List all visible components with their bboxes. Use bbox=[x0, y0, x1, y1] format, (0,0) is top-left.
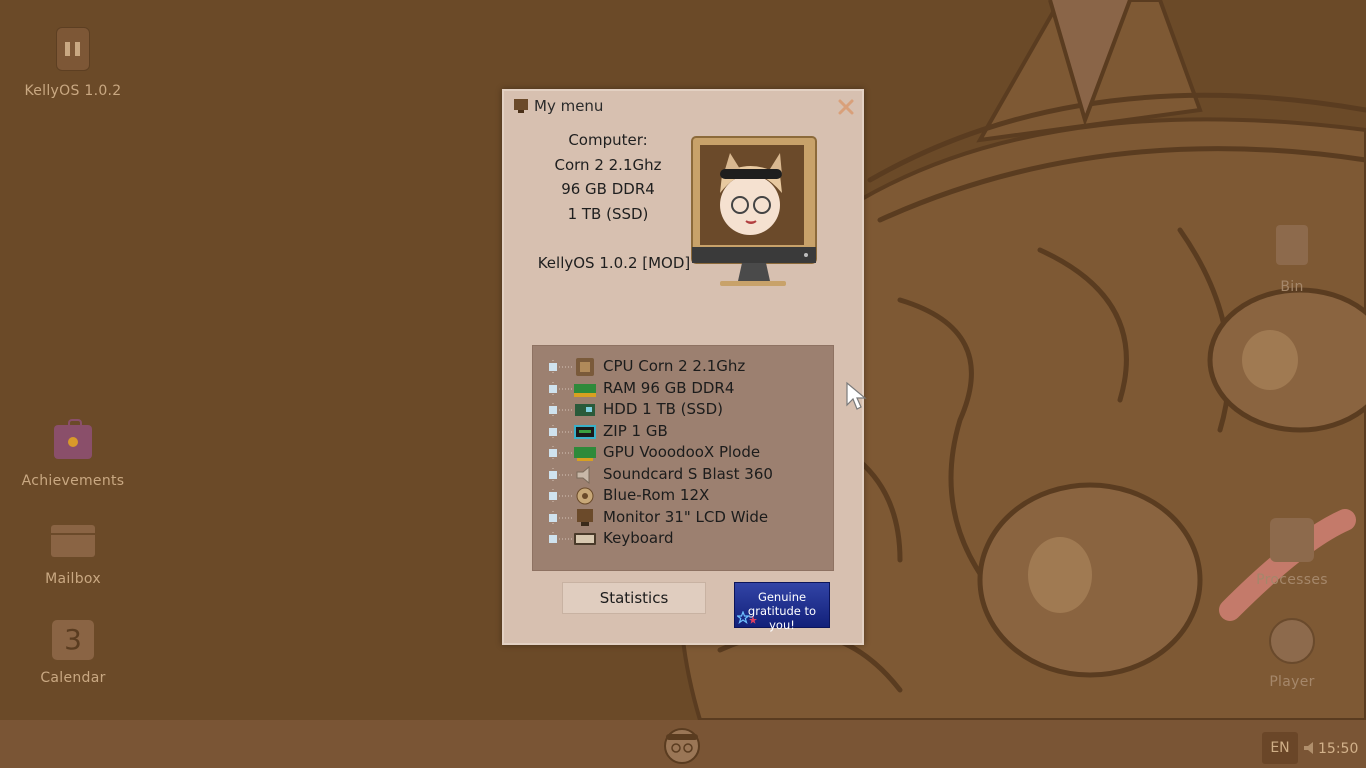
tree-node-icon bbox=[549, 468, 573, 482]
spec-ram: 96 GB DDR4 bbox=[561, 180, 655, 198]
component-row[interactable]: Keyboard bbox=[533, 529, 833, 550]
gratitude-button[interactable]: Genuine gratitude to you! bbox=[734, 582, 830, 632]
desktop-icon-label: Bin bbox=[1280, 279, 1304, 295]
desktop-icon-mailbox[interactable]: Mailbox bbox=[3, 525, 143, 587]
desktop-icon-bin[interactable]: Bin bbox=[1222, 225, 1362, 295]
tree-node-icon bbox=[549, 489, 573, 503]
os-version: KellyOS 1.0.2 [MOD] bbox=[537, 254, 691, 272]
mouse-cursor-icon bbox=[846, 381, 867, 410]
tree-node-icon bbox=[549, 532, 573, 543]
desktop-icon-kellyos[interactable]: KellyOS 1.0.2 bbox=[3, 27, 143, 99]
computer-heading: Computer: bbox=[568, 131, 648, 149]
desktop-icon-label: Processes bbox=[1256, 572, 1328, 588]
tree-node-icon bbox=[549, 511, 573, 525]
hdd-icon bbox=[575, 404, 595, 416]
spec-cpu: Corn 2 2.1Ghz bbox=[554, 156, 662, 174]
desktop-icon-achievements[interactable]: Achievements bbox=[3, 419, 143, 489]
gpu-icon bbox=[574, 447, 596, 461]
component-label: Keyboard bbox=[603, 529, 674, 547]
component-label: RAM 96 GB DDR4 bbox=[603, 379, 735, 397]
my-menu-window: My menu Computer: Corn 2 2.1Ghz 96 GB DD… bbox=[502, 89, 864, 645]
tree-node-icon bbox=[549, 446, 573, 460]
monitor-icon bbox=[577, 509, 593, 526]
achievements-icon bbox=[54, 419, 92, 459]
volume-icon[interactable] bbox=[1302, 740, 1318, 756]
component-row[interactable]: Soundcard S Blast 360 bbox=[533, 465, 833, 486]
desktop-icon-processes[interactable]: Processes bbox=[1222, 518, 1362, 588]
mailbox-icon bbox=[51, 525, 95, 557]
component-row[interactable]: ZIP 1 GB bbox=[533, 422, 833, 443]
component-label: GPU VooodooX Plode bbox=[603, 443, 761, 461]
desktop-icon-player[interactable]: Player bbox=[1222, 618, 1362, 690]
components-tree: CPU Corn 2 2.1Ghz RAM 96 GB DDR4 HDD 1 T… bbox=[532, 345, 834, 571]
tree-node-icon bbox=[549, 403, 573, 417]
component-row[interactable]: CPU Corn 2 2.1Ghz bbox=[533, 357, 833, 378]
avatar bbox=[691, 136, 817, 286]
tree-node-icon bbox=[549, 360, 573, 374]
calendar-icon: 3 bbox=[52, 620, 94, 660]
desktop-icon-label: Mailbox bbox=[45, 571, 101, 587]
spec-storage: 1 TB (SSD) bbox=[567, 205, 649, 223]
desktop-icon-label: KellyOS 1.0.2 bbox=[24, 83, 122, 99]
kellyos-icon bbox=[56, 27, 90, 71]
desktop-icon-label: Calendar bbox=[40, 670, 106, 686]
processes-icon bbox=[1270, 518, 1314, 562]
window-title: My menu bbox=[534, 97, 604, 115]
component-label: Soundcard S Blast 360 bbox=[603, 465, 773, 483]
clock: 15:50 bbox=[1318, 741, 1359, 757]
component-label: Blue-Rom 12X bbox=[603, 486, 710, 504]
disc-icon bbox=[576, 487, 594, 505]
bin-icon bbox=[1276, 225, 1308, 265]
component-label: ZIP 1 GB bbox=[603, 422, 668, 440]
ram-icon bbox=[574, 384, 596, 397]
component-label: Monitor 31" LCD Wide bbox=[603, 508, 769, 526]
player-icon bbox=[1269, 618, 1315, 664]
component-row[interactable]: Monitor 31" LCD Wide bbox=[533, 508, 833, 529]
close-icon[interactable] bbox=[836, 97, 856, 117]
stars-icon bbox=[737, 611, 757, 625]
desktop-icon-label: Player bbox=[1269, 674, 1315, 690]
statistics-button[interactable]: Statistics bbox=[562, 582, 706, 614]
keyboard-icon bbox=[574, 533, 596, 545]
component-label: CPU Corn 2 2.1Ghz bbox=[603, 357, 746, 375]
soundcard-icon bbox=[576, 466, 590, 484]
cpu-icon bbox=[576, 358, 594, 376]
language-button[interactable]: EN bbox=[1262, 732, 1298, 764]
component-row[interactable]: HDD 1 TB (SSD) bbox=[533, 400, 833, 421]
avatar-icon[interactable] bbox=[658, 724, 706, 766]
component-label: HDD 1 TB (SSD) bbox=[603, 400, 723, 418]
tree-node-icon bbox=[549, 425, 573, 439]
calendar-day: 3 bbox=[64, 623, 82, 656]
desktop-icon-calendar[interactable]: 3 Calendar bbox=[3, 620, 143, 686]
window-titlebar[interactable]: My menu bbox=[504, 91, 862, 123]
component-row[interactable]: Blue-Rom 12X bbox=[533, 486, 833, 507]
component-row[interactable]: RAM 96 GB DDR4 bbox=[533, 379, 833, 400]
zip-icon bbox=[574, 425, 596, 439]
component-row[interactable]: GPU VooodooX Plode bbox=[533, 443, 833, 464]
monitor-icon bbox=[514, 99, 528, 113]
desktop-icon-label: Achievements bbox=[21, 473, 125, 489]
tree-node-icon bbox=[549, 382, 573, 396]
